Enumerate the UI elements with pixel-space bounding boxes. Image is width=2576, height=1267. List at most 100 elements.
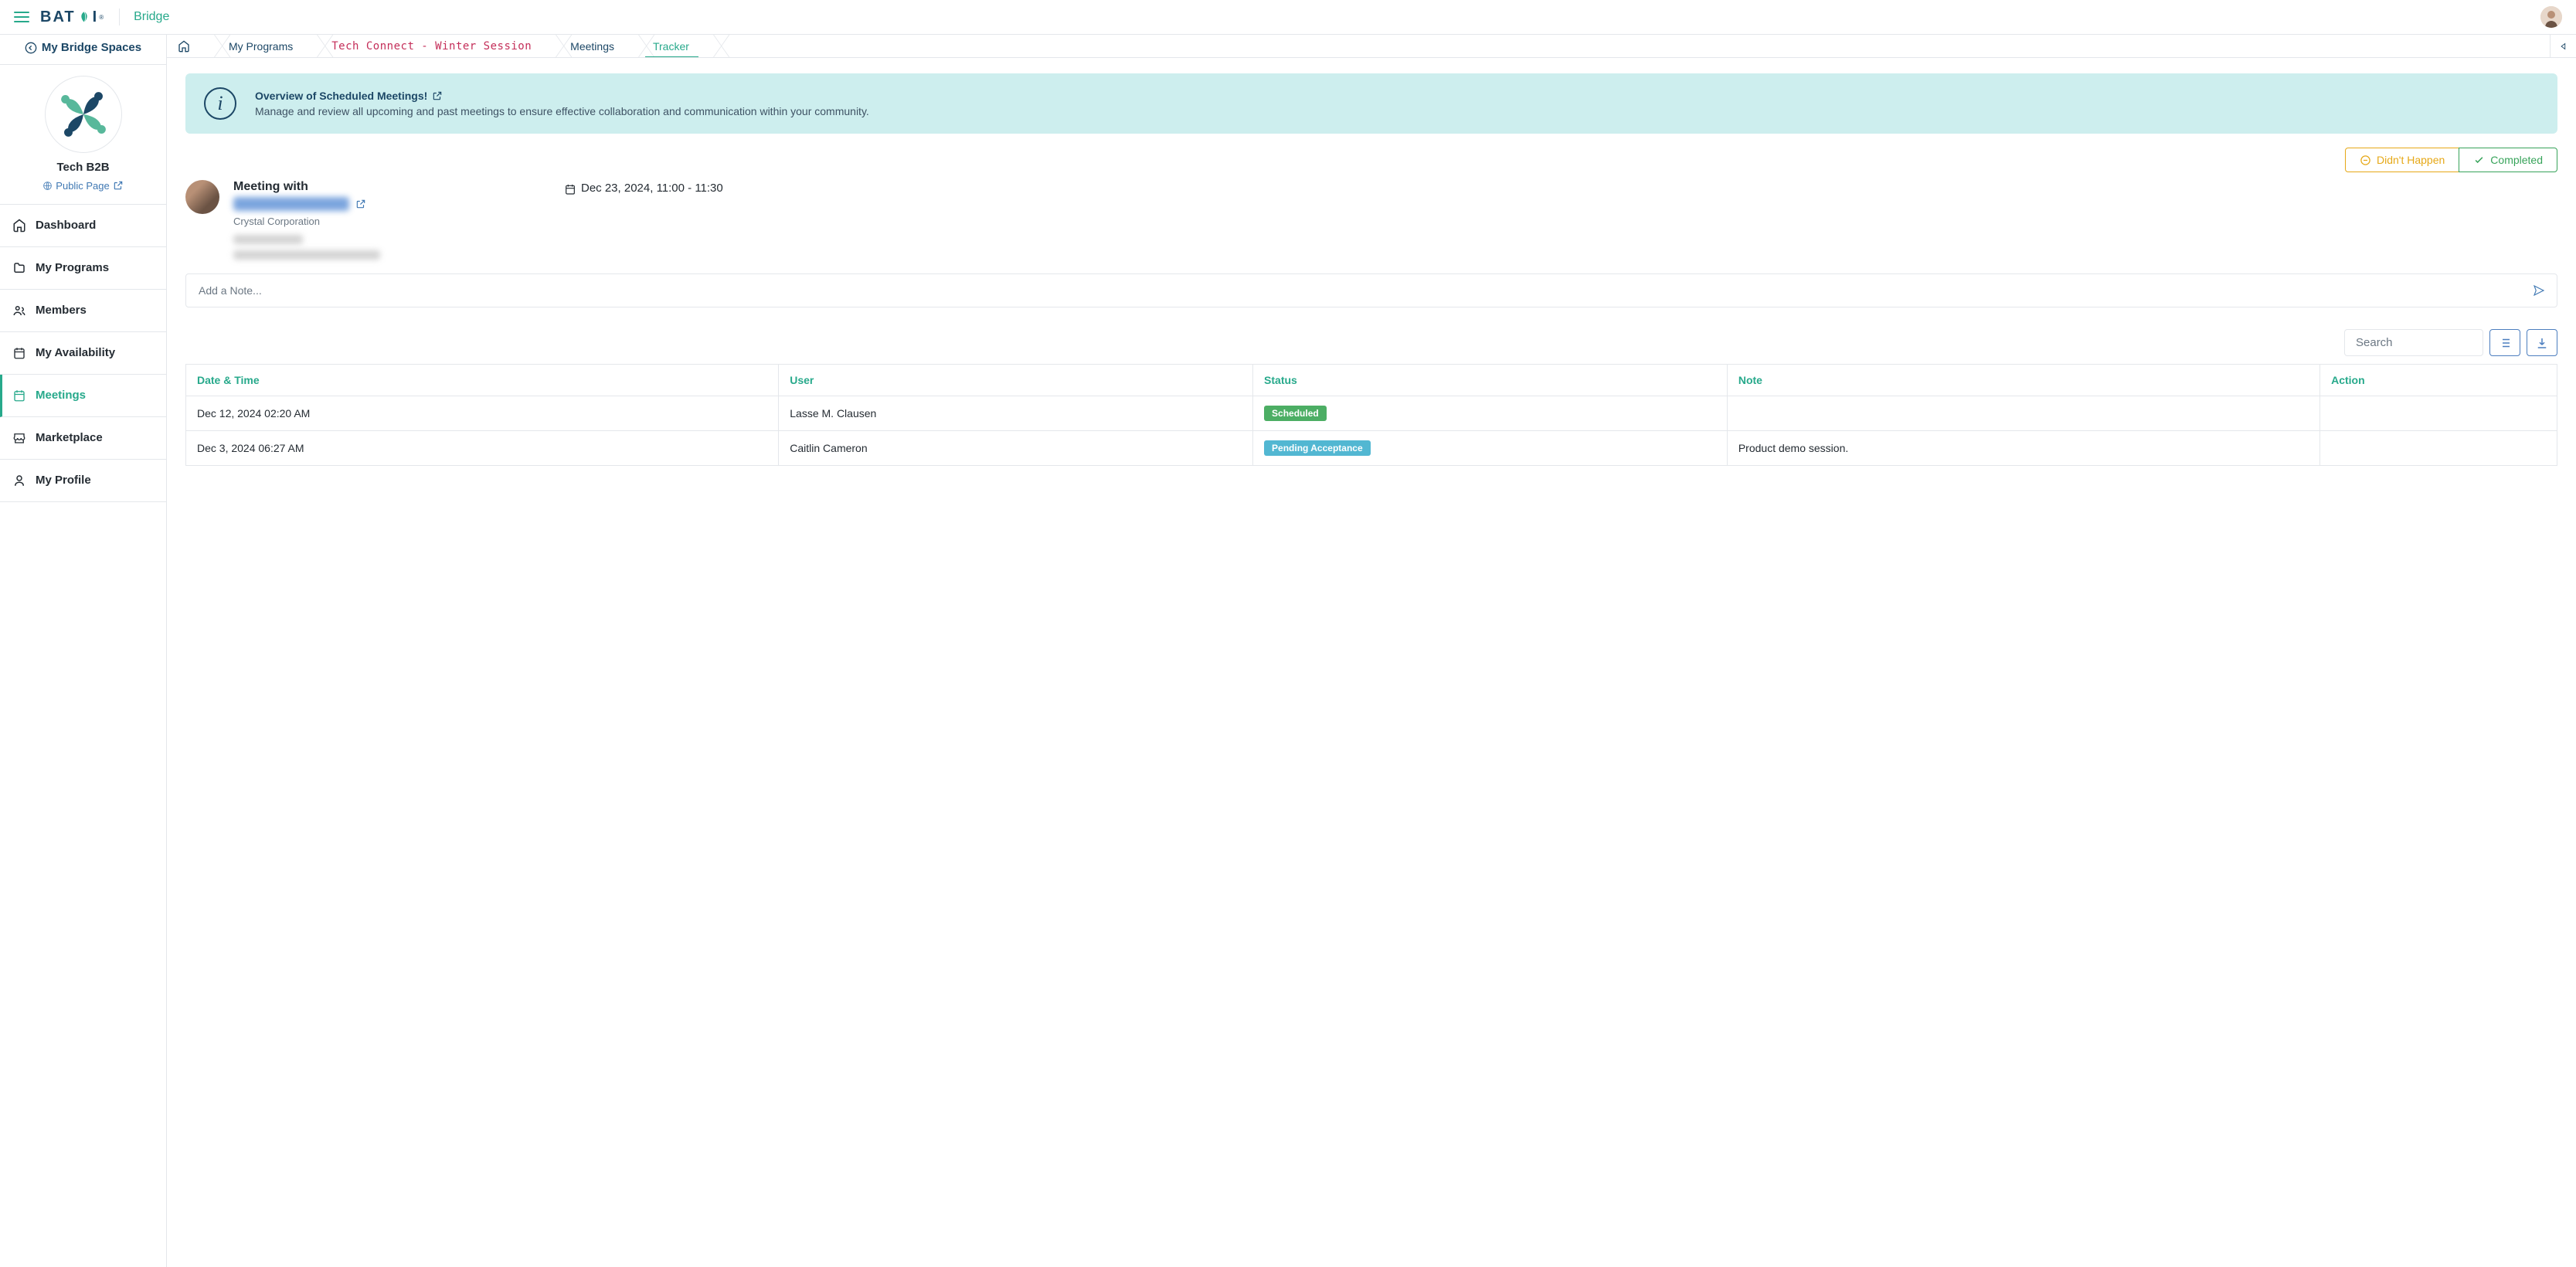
nav-my-programs[interactable]: My Programs	[0, 247, 166, 290]
back-to-spaces-link[interactable]: My Bridge Spaces	[25, 41, 141, 54]
nav-label: My Programs	[36, 261, 109, 274]
cell-note	[1727, 396, 2319, 431]
triangle-left-icon	[2558, 41, 2569, 52]
main-content: My Programs Tech Connect - Winter Sessio…	[167, 35, 2576, 1267]
meeting-datetime: Dec 23, 2024, 11:00 - 11:30	[564, 182, 723, 260]
app-name[interactable]: Bridge	[134, 10, 169, 24]
cell-datetime: Dec 12, 2024 02:20 AM	[186, 396, 779, 431]
sidebar: My Bridge Spaces Tech B2B Public	[0, 35, 167, 1267]
nav-dashboard[interactable]: Dashboard	[0, 205, 166, 247]
meeting-header: Meeting with Crystal Corporation Dec 23,…	[185, 180, 2557, 260]
collapse-panel-button[interactable]	[2550, 35, 2576, 57]
external-link-icon[interactable]	[355, 199, 366, 209]
info-icon: i	[204, 87, 236, 120]
meeting-with-label: Meeting with	[233, 180, 550, 194]
logo-registered-mark: ®	[99, 14, 105, 21]
info-banner: i Overview of Scheduled Meetings! Manage…	[185, 73, 2557, 134]
completed-button[interactable]: Completed	[2459, 148, 2557, 172]
note-input-wrapper	[185, 273, 2557, 307]
contact-org: Crystal Corporation	[233, 216, 550, 227]
col-note[interactable]: Note	[1727, 365, 2319, 396]
org-block: Tech B2B Public Page	[0, 65, 166, 205]
status-badge: Pending Acceptance	[1264, 440, 1371, 456]
home-icon	[12, 219, 26, 233]
breadcrumb-tracker[interactable]: Tracker	[631, 35, 706, 57]
org-name: Tech B2B	[0, 161, 166, 174]
history-table: Date & Time User Status Note Action Dec …	[185, 364, 2557, 466]
table-row: Dec 12, 2024 02:20 AMLasse M. Clausen Sch…	[186, 396, 2557, 431]
cell-action	[2320, 396, 2557, 431]
didnt-happen-button[interactable]: Didn't Happen	[2345, 148, 2459, 172]
banner-subtitle: Manage and review all upcoming and past …	[255, 105, 2539, 117]
button-label: Didn't Happen	[2377, 154, 2445, 166]
user-avatar[interactable]	[2540, 6, 2562, 28]
col-status[interactable]: Status	[1253, 365, 1728, 396]
crumb-label: Tracker	[653, 40, 689, 53]
col-datetime[interactable]: Date & Time	[186, 365, 779, 396]
meeting-datetime-value: Dec 23, 2024, 11:00 - 11:30	[581, 182, 723, 195]
banner-title: Overview of Scheduled Meetings!	[255, 90, 427, 102]
brand-logo[interactable]: BAT I ®	[40, 8, 105, 26]
logo-text: BAT	[40, 8, 76, 26]
users-icon	[12, 304, 26, 318]
nav-label: Meetings	[36, 389, 86, 402]
pinwheel-icon	[53, 84, 114, 144]
col-user[interactable]: User	[779, 365, 1253, 396]
status-button-group: Didn't Happen Completed	[2345, 148, 2557, 172]
user-icon	[12, 474, 26, 487]
contact-detail-redacted	[233, 235, 303, 244]
nav-members[interactable]: Members	[0, 290, 166, 332]
nav-label: My Profile	[36, 474, 91, 487]
calendar-icon	[564, 183, 576, 195]
org-logo	[45, 76, 122, 153]
public-page-link[interactable]: Public Page	[42, 180, 123, 192]
breadcrumb-bar: My Programs Tech Connect - Winter Sessio…	[167, 35, 2576, 58]
crumb-label: My Programs	[229, 40, 293, 53]
avatar-image	[2540, 6, 2562, 28]
table-search-wrapper	[2344, 329, 2483, 356]
back-circle-icon	[25, 42, 37, 54]
home-icon	[178, 40, 190, 53]
breadcrumb-meetings[interactable]: Meetings	[549, 35, 631, 57]
breadcrumb-home[interactable]	[167, 35, 207, 57]
nav-my-profile[interactable]: My Profile	[0, 460, 166, 502]
minus-circle-icon	[2360, 155, 2371, 166]
nav-label: Marketplace	[36, 431, 103, 444]
list-icon	[2498, 336, 2512, 350]
calendar-icon	[12, 346, 26, 360]
topbar: BAT I ® Bridge	[0, 0, 2576, 35]
calendar-icon	[12, 389, 26, 403]
col-action[interactable]: Action	[2320, 365, 2557, 396]
back-label: My Bridge Spaces	[42, 41, 141, 54]
cell-user: Lasse M. Clausen	[779, 396, 1253, 431]
button-label: Completed	[2490, 154, 2543, 166]
cell-note: Product demo session.	[1727, 431, 2319, 466]
breadcrumb-programs[interactable]: My Programs	[207, 35, 310, 57]
check-icon	[2473, 155, 2485, 166]
send-note-button[interactable]	[2532, 284, 2546, 297]
contact-detail-redacted	[233, 250, 380, 260]
nav-marketplace[interactable]: Marketplace	[0, 417, 166, 460]
breadcrumb-program-name[interactable]: Tech Connect - Winter Session	[310, 35, 549, 57]
public-page-label: Public Page	[56, 180, 109, 192]
nav-label: My Availability	[36, 346, 115, 359]
external-link-icon[interactable]	[432, 90, 443, 101]
table-search-input[interactable]	[2354, 335, 2473, 350]
cell-status: Scheduled	[1253, 396, 1728, 431]
separator	[119, 8, 120, 25]
add-note-input[interactable]	[197, 284, 2532, 297]
download-icon	[2535, 336, 2549, 350]
hamburger-menu-icon[interactable]	[14, 9, 29, 25]
crumb-label: Tech Connect - Winter Session	[331, 40, 532, 53]
nav-my-availability[interactable]: My Availability	[0, 332, 166, 375]
download-button[interactable]	[2527, 329, 2557, 356]
logo-text: I	[93, 8, 99, 26]
status-badge: Scheduled	[1264, 406, 1327, 421]
cell-status: Pending Acceptance	[1253, 431, 1728, 466]
column-settings-button[interactable]	[2489, 329, 2520, 356]
send-icon	[2532, 284, 2546, 297]
leaf-icon	[77, 10, 91, 24]
folder-icon	[12, 261, 26, 275]
store-icon	[12, 431, 26, 445]
nav-meetings[interactable]: Meetings	[0, 375, 166, 417]
